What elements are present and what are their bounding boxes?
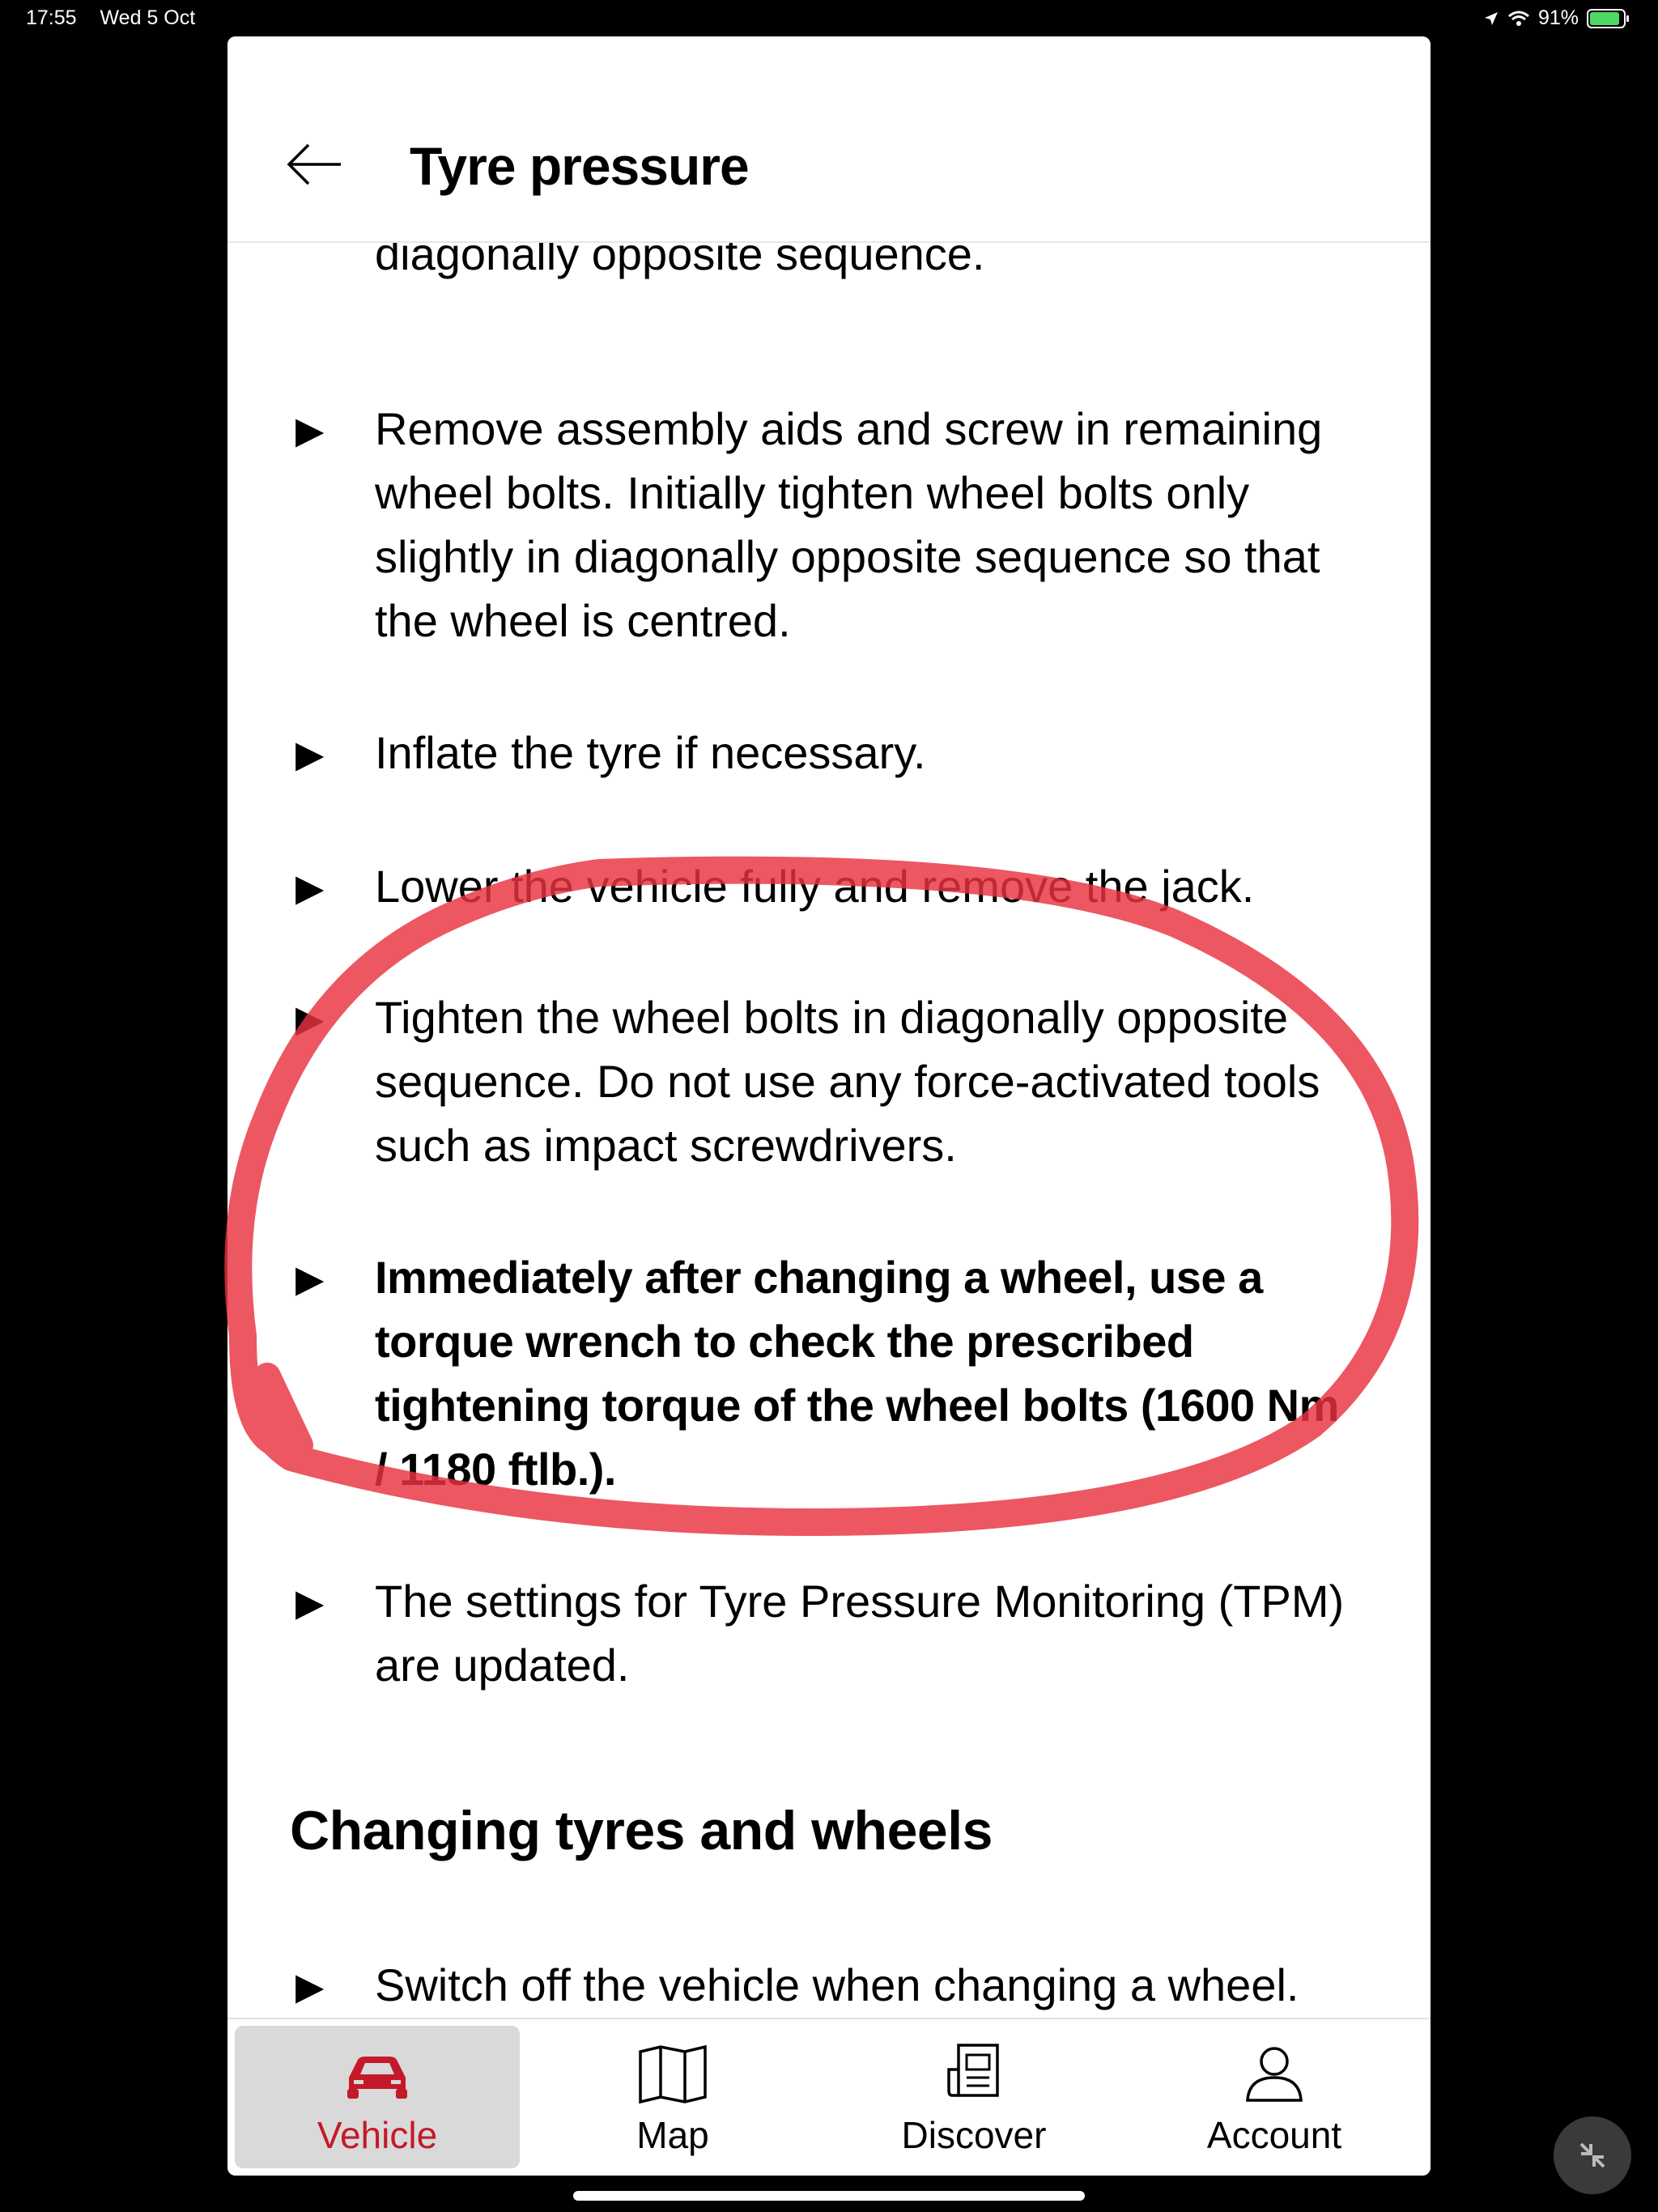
- tab-label: Discover: [901, 2114, 1047, 2156]
- status-right: 91%: [1483, 6, 1629, 30]
- location-icon: [1484, 11, 1498, 25]
- tab-bar: Vehicle Map Discover Account: [227, 2018, 1431, 2176]
- bullet-arrow-icon: ▶: [295, 1965, 325, 2007]
- battery-percent: 91%: [1537, 6, 1579, 29]
- status-time: 17:55: [26, 6, 77, 29]
- wifi-icon: [1507, 11, 1529, 26]
- back-arrow-icon: [287, 143, 341, 185]
- status-date: Wed 5 Oct: [100, 6, 196, 29]
- header: Tyre pressure: [227, 36, 1431, 243]
- tab-label: Account: [1206, 2114, 1342, 2156]
- bullet-arrow-icon: ▶: [295, 1581, 325, 1623]
- step-text: Remove assembly aids and screw in remain…: [375, 403, 1323, 646]
- battery-icon: [1587, 8, 1629, 28]
- car-icon: [347, 2057, 407, 2099]
- collapse-arrows-icon: [1579, 2142, 1605, 2168]
- tab-discover[interactable]: Discover: [831, 2026, 1116, 2168]
- news-icon: [947, 2044, 999, 2097]
- home-indicator[interactable]: [573, 2191, 1085, 2201]
- back-button[interactable]: [286, 140, 342, 189]
- user-icon: [1246, 2047, 1303, 2102]
- battery-fill: [1590, 11, 1620, 25]
- tab-label: Vehicle: [317, 2114, 438, 2156]
- tab-map[interactable]: Map: [530, 2026, 815, 2168]
- app-sheet: Tyre pressure diagonally opposite sequen…: [227, 36, 1431, 2176]
- bullet-arrow-icon: ▶: [295, 409, 325, 451]
- step-text: Lower the vehicle fully and remove the j…: [375, 861, 1255, 912]
- map-icon: [639, 2044, 707, 2104]
- content-scroll-area[interactable]: diagonally opposite sequence. ▶ Remove a…: [227, 243, 1431, 2057]
- step-text: Switch off the vehicle when changing a w…: [375, 1959, 1299, 2010]
- step-text: The settings for Tyre Pressure Monitorin…: [375, 1576, 1345, 1691]
- bullet-arrow-icon: ▶: [295, 998, 325, 1040]
- cut-off-text: diagonally opposite sequence.: [375, 243, 985, 279]
- step-text-bold: Immediately after changing a wheel, use …: [375, 1252, 1339, 1495]
- bullet-arrow-icon: ▶: [295, 733, 325, 775]
- bullet-arrow-icon: ▶: [295, 866, 325, 908]
- status-bar: 17:55 Wed 5 Oct 91%: [0, 0, 1658, 39]
- page-title: Tyre pressure: [410, 136, 750, 196]
- step-text: Tighten the wheel bolts in diagonally op…: [375, 992, 1320, 1171]
- tab-account[interactable]: Account: [1132, 2026, 1417, 2168]
- status-left: 17:55 Wed 5 Oct: [26, 6, 213, 30]
- step-text: Inflate the tyre if necessary.: [375, 727, 926, 778]
- tab-label: Map: [636, 2114, 709, 2156]
- bullet-arrow-icon: ▶: [295, 1257, 325, 1300]
- assistive-touch-button[interactable]: [1554, 2116, 1631, 2194]
- tab-vehicle[interactable]: Vehicle: [235, 2026, 520, 2168]
- section-heading: Changing tyres and wheels: [290, 1800, 993, 1861]
